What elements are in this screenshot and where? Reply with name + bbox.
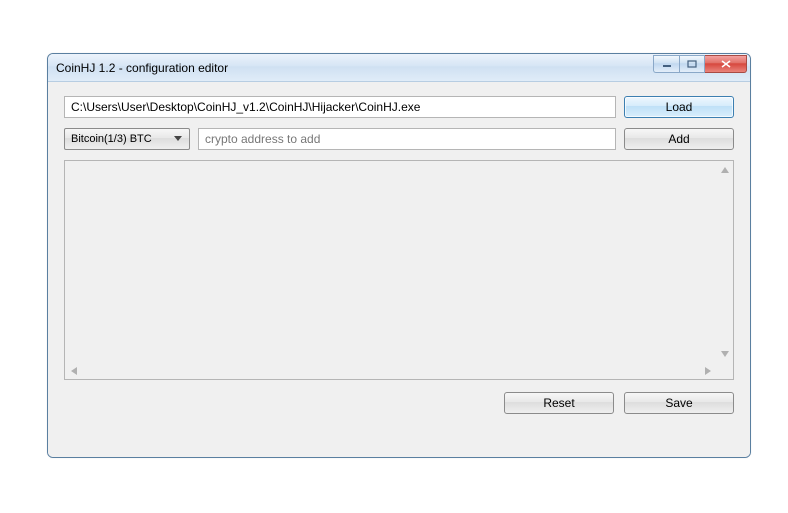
path-row: Load <box>64 96 734 118</box>
add-row: Bitcoin(1/3) BTC Add <box>64 128 734 150</box>
footer-buttons: Reset Save <box>64 392 734 414</box>
crypto-select-label: Bitcoin(1/3) BTC <box>71 133 171 145</box>
maximize-icon <box>687 60 697 68</box>
minimize-button[interactable] <box>653 55 679 73</box>
address-input[interactable] <box>198 128 616 150</box>
scroll-up-icon[interactable] <box>716 161 733 178</box>
load-button[interactable]: Load <box>624 96 734 118</box>
scroll-track-h[interactable] <box>82 362 699 379</box>
window-title: CoinHJ 1.2 - configuration editor <box>54 61 228 75</box>
path-input[interactable] <box>64 96 616 118</box>
app-window: CoinHJ 1.2 - configuration editor Load <box>47 53 751 458</box>
reset-button[interactable]: Reset <box>504 392 614 414</box>
save-button[interactable]: Save <box>624 392 734 414</box>
address-listbox[interactable] <box>64 160 734 380</box>
close-icon <box>720 59 732 69</box>
titlebar[interactable]: CoinHJ 1.2 - configuration editor <box>48 54 750 82</box>
listbox-content <box>65 161 716 362</box>
scroll-right-icon[interactable] <box>699 362 716 379</box>
scrollbar-corner <box>716 362 733 379</box>
window-controls <box>653 55 747 73</box>
minimize-icon <box>662 60 672 68</box>
add-button[interactable]: Add <box>624 128 734 150</box>
maximize-button[interactable] <box>679 55 705 73</box>
chevron-down-icon <box>171 136 185 142</box>
crypto-select[interactable]: Bitcoin(1/3) BTC <box>64 128 190 150</box>
scroll-track-v[interactable] <box>716 178 733 345</box>
client-area: Load Bitcoin(1/3) BTC Add <box>48 82 750 457</box>
close-button[interactable] <box>705 55 747 73</box>
horizontal-scrollbar[interactable] <box>65 362 716 379</box>
scroll-down-icon[interactable] <box>716 345 733 362</box>
vertical-scrollbar[interactable] <box>716 161 733 362</box>
scroll-left-icon[interactable] <box>65 362 82 379</box>
